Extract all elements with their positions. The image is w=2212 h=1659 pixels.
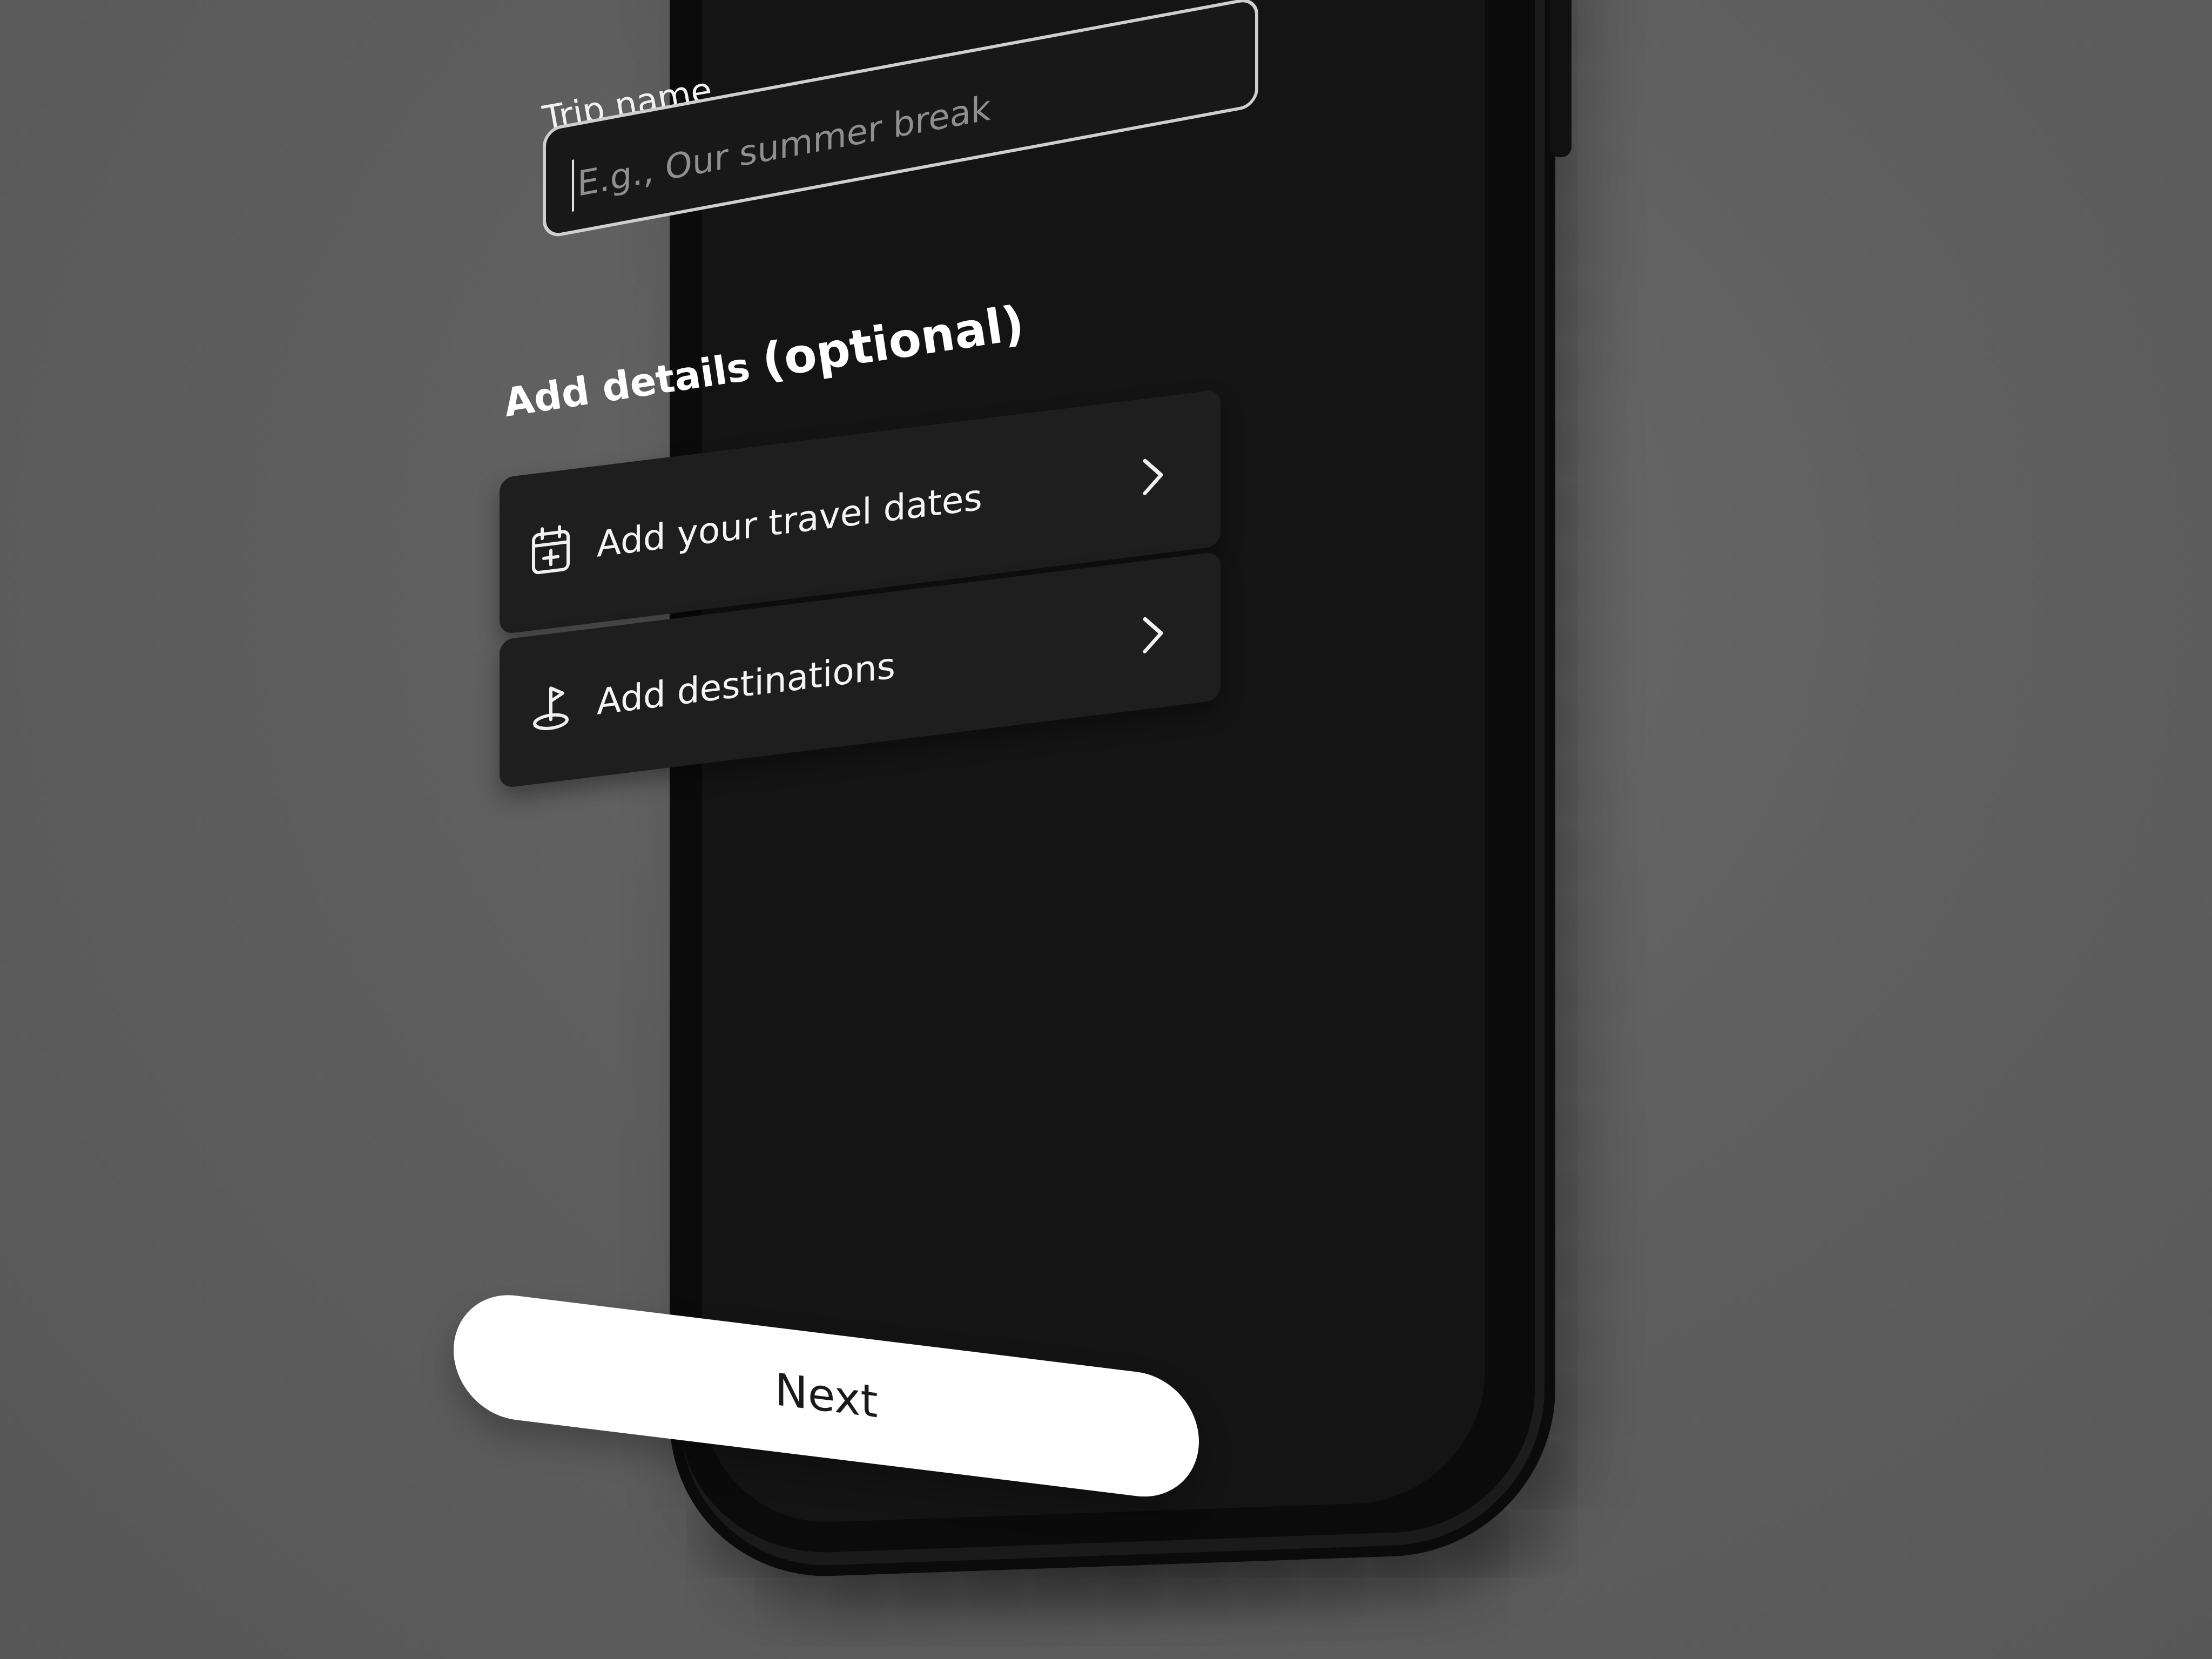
next-button[interactable]: Next — [454, 1288, 1199, 1504]
add-travel-dates-label: Add your travel dates — [597, 476, 982, 565]
trip-name-input[interactable]: E.g., Our summer break — [543, 0, 1258, 240]
next-button-label: Next — [774, 1364, 878, 1428]
trip-form: Trip name E.g., Our summer break Add det… — [0, 0, 2212, 1659]
details-heading-optional: (optional) — [758, 295, 1028, 389]
calendar-plus-icon — [527, 523, 575, 577]
details-heading: Add details (optional) — [500, 295, 1028, 428]
map-pin-icon — [527, 680, 575, 735]
chevron-right-icon — [1134, 608, 1172, 661]
chevron-right-icon — [1134, 449, 1172, 503]
add-destinations-label: Add destinations — [597, 645, 895, 723]
details-heading-text: Add details — [501, 343, 753, 426]
mockup-scene: Trip name E.g., Our summer break Add det… — [0, 0, 2212, 1659]
text-caret — [572, 159, 574, 212]
